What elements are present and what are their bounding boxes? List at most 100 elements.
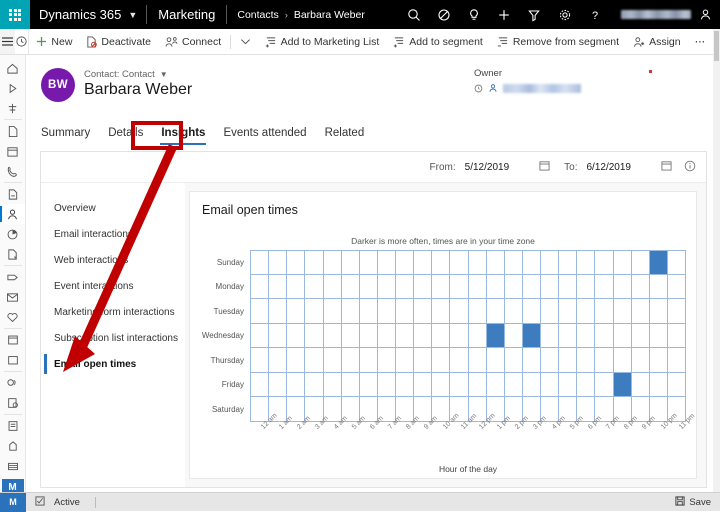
heatmap-cell[interactable] [559, 250, 578, 275]
heatmap-cell[interactable] [541, 274, 560, 299]
heatmap-cell[interactable] [450, 323, 469, 348]
rail-marketing-email-icon[interactable] [0, 267, 25, 287]
tab-related[interactable]: Related [316, 127, 374, 145]
heatmap-cell[interactable] [667, 348, 686, 373]
connect-button[interactable]: Connect [158, 29, 228, 54]
brand-dynamics-365[interactable]: Dynamics 365 ▼ [30, 0, 146, 29]
heatmap-cell[interactable] [649, 250, 668, 275]
rail-email-icon[interactable] [0, 287, 25, 307]
heatmap-cell[interactable] [613, 323, 632, 348]
heatmap-cell[interactable] [396, 348, 415, 373]
heatmap-cell[interactable] [595, 274, 614, 299]
page-scrollbar[interactable] [713, 29, 720, 492]
heatmap-cell[interactable] [287, 250, 306, 275]
heatmap-cell[interactable] [468, 372, 487, 397]
heatmap-cell[interactable] [541, 299, 560, 324]
heatmap-cell[interactable] [377, 250, 396, 275]
heatmap-cell[interactable] [414, 299, 433, 324]
tab-insights[interactable]: Insights [152, 127, 214, 145]
heatmap-cell[interactable] [559, 323, 578, 348]
heatmap-cell[interactable] [522, 274, 541, 299]
filter-icon[interactable] [519, 0, 549, 29]
heatmap-cell[interactable] [595, 250, 614, 275]
lightbulb-icon[interactable] [459, 0, 489, 29]
heatmap-cell[interactable] [631, 299, 650, 324]
tab-events-attended[interactable]: Events attended [214, 127, 315, 145]
heatmap-cell[interactable] [559, 274, 578, 299]
heatmap-cell[interactable] [450, 372, 469, 397]
heatmap-cell[interactable] [323, 348, 342, 373]
heatmap-cell[interactable] [432, 372, 451, 397]
heatmap-cell[interactable] [359, 372, 378, 397]
breadcrumb-contacts[interactable]: Contacts [237, 9, 278, 21]
heatmap-cell[interactable] [341, 250, 360, 275]
heatmap-cell[interactable] [414, 323, 433, 348]
overflow-menu-button[interactable]: ⋯ [688, 29, 713, 54]
heatmap-cell[interactable] [504, 372, 523, 397]
heatmap-cell[interactable] [595, 348, 614, 373]
heatmap-cell[interactable] [250, 323, 270, 348]
save-button[interactable]: Save [675, 495, 720, 509]
heatmap-cell[interactable] [577, 348, 596, 373]
heatmap-cell[interactable] [305, 323, 324, 348]
heatmap-cell[interactable] [486, 299, 505, 324]
heatmap-cell[interactable] [631, 323, 650, 348]
focus-assist-icon[interactable] [429, 0, 459, 29]
heatmap-cell[interactable] [432, 323, 451, 348]
heatmap-cell[interactable] [414, 372, 433, 397]
rail-home-icon[interactable] [0, 58, 25, 78]
heatmap-cell[interactable] [504, 323, 523, 348]
heatmap-cell[interactable] [287, 274, 306, 299]
assign-button[interactable]: Assign [626, 29, 688, 54]
help-icon[interactable]: ? [580, 0, 610, 29]
heatmap-cell[interactable] [323, 250, 342, 275]
rail-contacts-icon[interactable] [0, 204, 25, 225]
heatmap-cell[interactable] [504, 299, 523, 324]
heatmap-cell[interactable] [396, 323, 415, 348]
heatmap-cell[interactable] [359, 274, 378, 299]
heatmap-cell[interactable] [250, 274, 270, 299]
heatmap-cell[interactable] [432, 250, 451, 275]
heatmap-cell[interactable] [341, 299, 360, 324]
heatmap-cell[interactable] [432, 299, 451, 324]
heatmap-cell[interactable] [341, 323, 360, 348]
heatmap-cell[interactable] [613, 348, 632, 373]
heatmap-cell[interactable] [631, 372, 650, 397]
heatmap-cell[interactable] [269, 250, 288, 275]
heatmap-cell[interactable] [269, 299, 288, 324]
heatmap-cell[interactable] [250, 348, 270, 373]
heatmap-cell[interactable] [250, 372, 270, 397]
rail-page-icon[interactable] [0, 121, 25, 141]
heatmap-cell[interactable] [468, 274, 487, 299]
site-map-icon[interactable] [0, 29, 15, 54]
heatmap-cell[interactable] [377, 299, 396, 324]
heatmap-cell[interactable] [486, 323, 505, 348]
heatmap-cell[interactable] [414, 274, 433, 299]
heatmap-cell[interactable] [396, 372, 415, 397]
heatmap-cell[interactable] [649, 274, 668, 299]
heatmap-cell[interactable] [287, 348, 306, 373]
heatmap-cell[interactable] [522, 348, 541, 373]
heatmap-cell[interactable] [613, 250, 632, 275]
connect-dropdown-button[interactable] [233, 29, 258, 54]
nav-item-web-interactions[interactable]: Web interactions [41, 247, 185, 273]
info-icon[interactable] [684, 160, 696, 175]
heatmap-cell[interactable] [522, 250, 541, 275]
heatmap-cell[interactable] [559, 299, 578, 324]
add-to-marketing-list-button[interactable]: Add to Marketing List [258, 29, 387, 54]
heatmap-cell[interactable] [522, 299, 541, 324]
deactivate-button[interactable]: Deactivate [79, 29, 158, 54]
heatmap-cell[interactable] [305, 299, 324, 324]
heatmap-cell[interactable] [631, 274, 650, 299]
heatmap-cell[interactable] [667, 299, 686, 324]
heatmap-cell[interactable] [595, 299, 614, 324]
heatmap-cell[interactable] [450, 274, 469, 299]
nav-item-overview[interactable]: Overview [41, 195, 185, 221]
heatmap-cell[interactable] [667, 250, 686, 275]
heatmap-cell[interactable] [595, 323, 614, 348]
rail-template-icon[interactable] [0, 436, 25, 456]
heatmap-cell[interactable] [577, 372, 596, 397]
heatmap-cell[interactable] [250, 299, 270, 324]
heatmap-cell[interactable] [359, 250, 378, 275]
heatmap-cell[interactable] [631, 348, 650, 373]
